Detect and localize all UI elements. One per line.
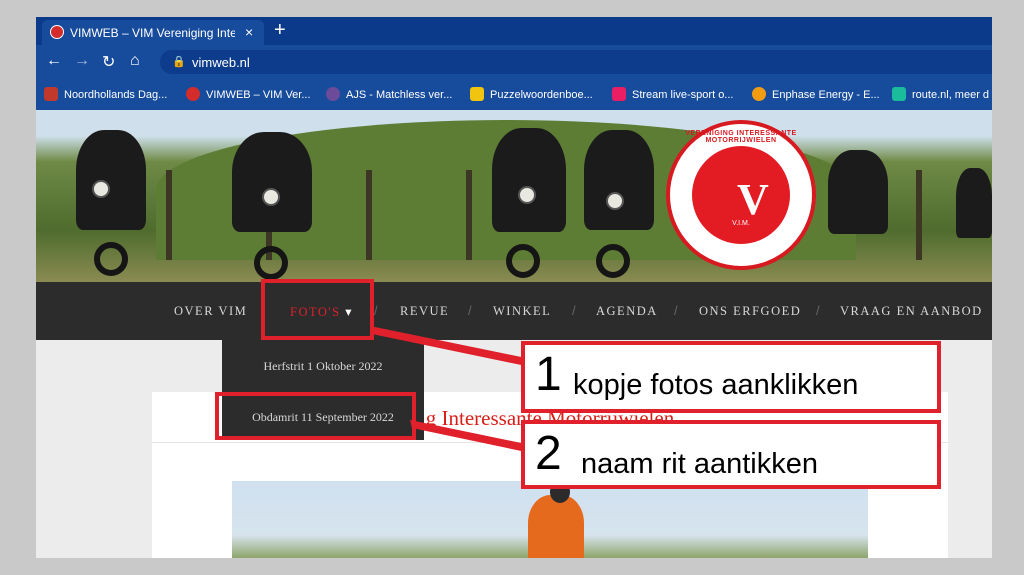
annotation-number: 1 [535,348,562,401]
highlight-box-obdamrit [215,392,416,440]
annotation-text: naam rit aantikken [581,448,818,480]
annotation-step-2: 2 naam rit aantikken [521,420,941,489]
annotation-number: 2 [535,427,562,480]
highlight-box-fotos [261,279,374,340]
annotation-text: kopje fotos aanklikken [573,369,859,401]
annotation-step-1: 1 kopje fotos aanklikken [521,341,941,413]
